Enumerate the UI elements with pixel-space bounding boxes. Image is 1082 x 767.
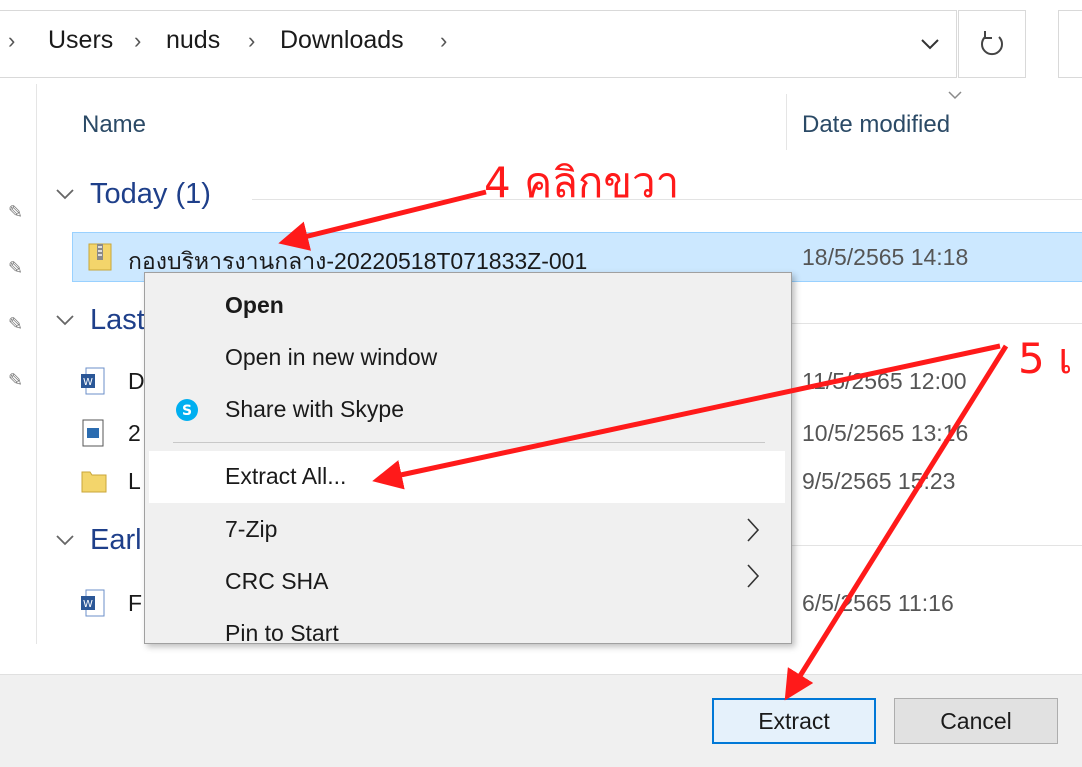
chevron-down-icon[interactable] bbox=[54, 186, 76, 202]
pin-icon: ✎ bbox=[8, 314, 24, 334]
cancel-button[interactable]: Cancel bbox=[894, 698, 1058, 744]
menu-item-open[interactable]: Open bbox=[145, 281, 791, 331]
breadcrumb-downloads[interactable]: Downloads bbox=[280, 26, 404, 55]
menu-item-share-skype[interactable]: S Share with Skype bbox=[145, 385, 791, 435]
menu-item-label: Pin to Start bbox=[225, 620, 339, 644]
file-date-modified: 11/5/2565 12:00 bbox=[802, 368, 967, 394]
breadcrumb-separator[interactable]: › bbox=[248, 28, 255, 54]
chevron-down-icon[interactable] bbox=[54, 532, 76, 548]
extract-button[interactable]: Extract bbox=[712, 698, 876, 744]
refresh-icon bbox=[981, 31, 1003, 56]
annotation-arrow-step5-extract bbox=[784, 344, 1009, 701]
menu-item-open-new-window[interactable]: Open in new window bbox=[145, 333, 791, 383]
menu-separator bbox=[173, 442, 765, 443]
file-name[interactable]: D bbox=[128, 368, 145, 395]
menu-item-extract-all[interactable]: Extract All... bbox=[149, 451, 785, 503]
menu-item-label: Open in new window bbox=[225, 344, 438, 370]
word-document-icon: W bbox=[81, 589, 105, 617]
sort-caret-icon bbox=[948, 91, 962, 100]
file-name[interactable]: 2 bbox=[128, 420, 141, 447]
folder-icon bbox=[81, 471, 107, 493]
file-date-modified: 9/5/2565 15:23 bbox=[802, 468, 956, 494]
svg-text:W: W bbox=[83, 599, 93, 610]
group-header-last[interactable]: Last bbox=[90, 304, 145, 337]
image-file-icon bbox=[82, 419, 104, 447]
search-box[interactable] bbox=[1058, 10, 1082, 78]
navigation-pane bbox=[0, 84, 37, 644]
column-divider[interactable] bbox=[786, 94, 787, 150]
breadcrumb-nuds[interactable]: nuds bbox=[166, 26, 220, 55]
zip-folder-icon bbox=[88, 243, 112, 271]
address-bar[interactable] bbox=[0, 10, 957, 78]
breadcrumb-users[interactable]: Users bbox=[48, 26, 113, 55]
menu-item-label: Share with Skype bbox=[225, 396, 404, 422]
column-header-date-modified[interactable]: Date modified bbox=[802, 111, 950, 139]
file-name[interactable]: F bbox=[128, 590, 142, 617]
file-date-modified: 6/5/2565 11:16 bbox=[802, 590, 954, 616]
breadcrumb-separator[interactable]: › bbox=[134, 28, 141, 54]
chevron-down-icon[interactable] bbox=[54, 312, 76, 328]
chevron-down-icon bbox=[921, 39, 939, 50]
breadcrumb-separator[interactable]: › bbox=[440, 28, 447, 54]
file-date-modified: 18/5/2565 14:18 bbox=[802, 244, 969, 270]
chevron-right-icon bbox=[747, 564, 760, 588]
svg-text:W: W bbox=[83, 377, 93, 388]
group-divider bbox=[792, 323, 1082, 324]
annotation-step4: 4 คลิกขวา bbox=[484, 158, 680, 207]
group-header-today[interactable]: Today (1) bbox=[90, 178, 211, 211]
menu-item-pin-to-start[interactable]: Pin to Start bbox=[145, 609, 791, 644]
annotation-step5: 5 เ bbox=[1018, 334, 1073, 383]
menu-item-label: Open bbox=[225, 292, 284, 318]
pin-icon: ✎ bbox=[8, 202, 24, 222]
menu-item-label: 7-Zip bbox=[225, 516, 278, 542]
menu-item-label: Extract All... bbox=[225, 463, 347, 489]
menu-item-crc-sha[interactable]: CRC SHA bbox=[145, 557, 791, 607]
pin-icon: ✎ bbox=[8, 258, 24, 278]
column-header-name[interactable]: Name bbox=[82, 111, 146, 139]
context-menu: Open Open in new window S Share with Sky… bbox=[144, 272, 792, 644]
pin-icon: ✎ bbox=[8, 370, 24, 390]
menu-item-7zip[interactable]: 7-Zip bbox=[145, 505, 791, 555]
refresh-button[interactable] bbox=[958, 10, 1026, 78]
svg-text:S: S bbox=[182, 403, 192, 419]
file-name[interactable]: L bbox=[128, 468, 141, 495]
group-divider bbox=[792, 545, 1082, 546]
address-dropdown-button[interactable] bbox=[910, 26, 950, 62]
word-document-icon: W bbox=[81, 367, 105, 395]
breadcrumb-separator: › bbox=[8, 28, 16, 53]
chevron-right-icon bbox=[747, 518, 760, 542]
group-header-earlier[interactable]: Earl bbox=[90, 524, 142, 557]
file-date-modified: 10/5/2565 13:16 bbox=[802, 420, 969, 446]
skype-icon: S bbox=[176, 399, 198, 421]
menu-item-label: CRC SHA bbox=[225, 568, 329, 594]
